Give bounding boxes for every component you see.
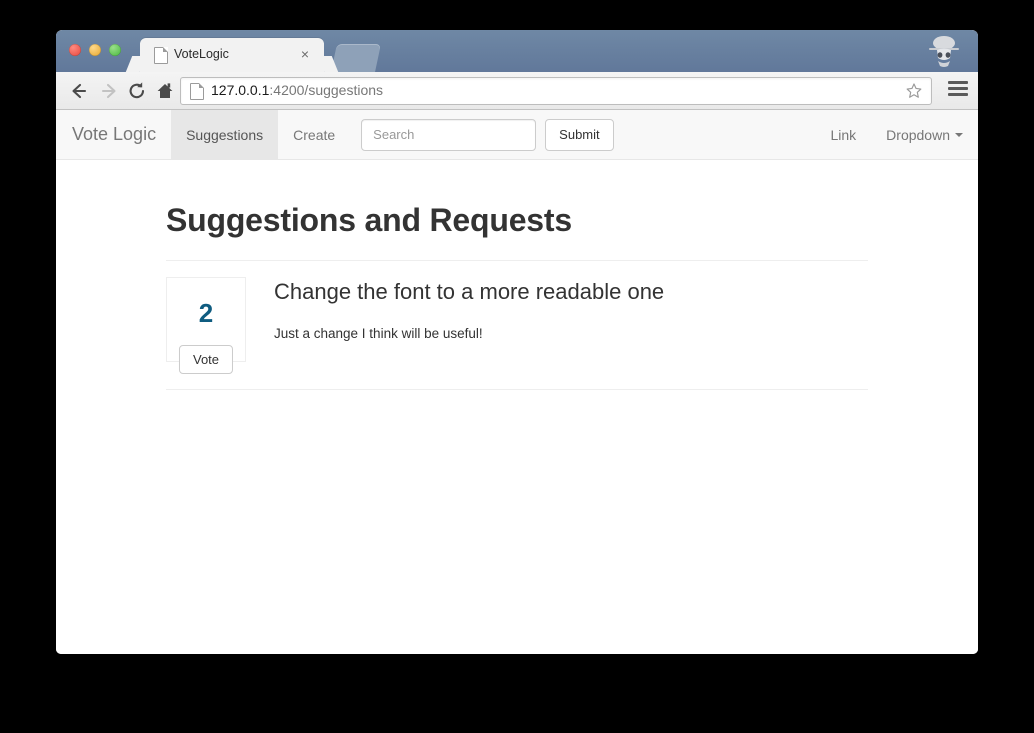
address-bar[interactable]: 127.0.0.1:4200/suggestions <box>180 77 932 105</box>
vote-count: 2 <box>198 298 214 328</box>
browser-tab-votelogic[interactable]: VoteLogic × <box>140 38 324 72</box>
window-controls <box>69 44 121 56</box>
list-divider <box>166 389 868 390</box>
navbar-search-form: Submit <box>361 110 614 159</box>
hamburger-menu-icon[interactable] <box>948 81 968 99</box>
browser-tab-title: VoteLogic <box>174 47 229 61</box>
star-icon[interactable] <box>905 82 923 100</box>
vote-button[interactable]: Vote <box>178 345 234 374</box>
back-arrow-icon[interactable] <box>68 80 90 102</box>
reload-icon[interactable] <box>126 80 148 102</box>
page-title: Suggestions and Requests <box>166 202 572 238</box>
nav-link-link-label: Link <box>830 126 857 143</box>
minimize-window-button[interactable] <box>89 44 101 56</box>
suggestion-list: 2 Vote Change the font to a more readabl… <box>110 261 924 374</box>
menu-bar <box>948 81 968 84</box>
page-icon <box>154 47 168 64</box>
page-viewport: Vote Logic Suggestions Create Submit Lin… <box>56 110 978 654</box>
nav-link-create[interactable]: Create <box>278 110 350 159</box>
forward-arrow-icon <box>101 83 116 99</box>
navbar-right-links: Link Dropdown <box>815 110 978 159</box>
suggestion-title[interactable]: Change the font to a more readable one <box>274 279 664 305</box>
browser-tab-strip: VoteLogic × <box>56 30 978 72</box>
content-container: Suggestions and Requests 2 Vote Change t… <box>56 160 978 390</box>
nav-link-dropdown-label: Dropdown <box>886 126 950 143</box>
home-icon[interactable] <box>154 80 176 102</box>
search-input[interactable] <box>361 118 537 151</box>
new-tab-button[interactable] <box>331 44 381 72</box>
suggestion-body: Change the font to a more readable one J… <box>246 277 664 362</box>
vote-box: 2 Vote <box>166 277 246 374</box>
close-window-button[interactable] <box>69 44 81 56</box>
url-text: 127.0.0.1:4200/suggestions <box>211 82 383 98</box>
close-icon[interactable]: × <box>298 47 312 61</box>
menu-bar <box>948 87 968 90</box>
url-host: 127.0.0.1 <box>211 82 270 98</box>
maximize-window-button[interactable] <box>109 44 121 56</box>
incognito-icon <box>929 36 959 67</box>
list-item: 2 Vote Change the font to a more readabl… <box>110 261 924 374</box>
browser-window: VoteLogic × 127.0.0.1:4200/suggestions V… <box>56 30 978 654</box>
page-icon <box>190 83 204 100</box>
nav-link-link[interactable]: Link <box>815 110 871 159</box>
submit-button[interactable]: Submit <box>545 118 614 151</box>
app-navbar: Vote Logic Suggestions Create Submit Lin… <box>56 110 978 160</box>
nav-link-suggestions[interactable]: Suggestions <box>171 110 279 159</box>
nav-link-dropdown[interactable]: Dropdown <box>871 110 978 159</box>
chevron-down-icon <box>955 132 963 137</box>
navbar-brand[interactable]: Vote Logic <box>56 110 171 159</box>
url-path: :4200/suggestions <box>269 82 384 98</box>
suggestion-description: Just a change I think will be useful! <box>274 326 483 342</box>
browser-toolbar: 127.0.0.1:4200/suggestions <box>56 72 978 110</box>
menu-bar <box>948 93 968 96</box>
